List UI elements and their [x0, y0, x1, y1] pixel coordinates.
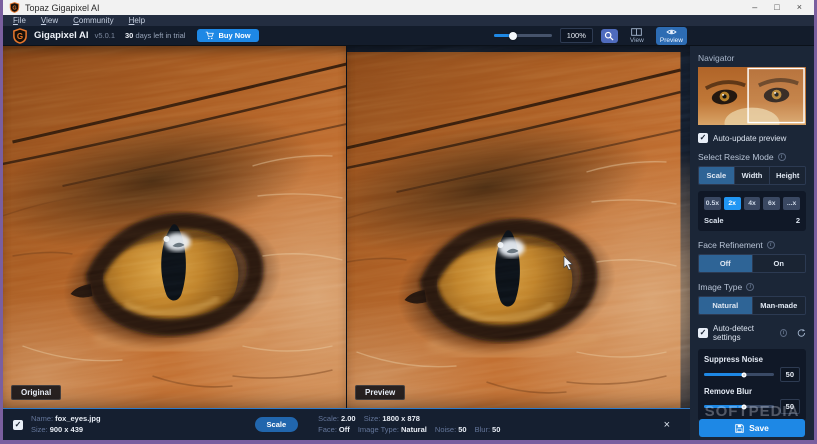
suppress-noise-slider[interactable]: [704, 372, 774, 377]
navigator-thumbnail[interactable]: [698, 67, 806, 125]
preset-0-5x-button[interactable]: 0.5x: [704, 197, 721, 210]
output-size: 1800 x 878: [382, 414, 420, 423]
menu-item-view[interactable]: View: [41, 16, 58, 25]
app-logo-icon: [13, 27, 27, 44]
file-name: fox_eyes.jpg: [55, 414, 101, 423]
trial-status: 30 days left in trial: [125, 31, 186, 40]
info-icon[interactable]: i: [777, 153, 786, 161]
close-file-icon[interactable]: ×: [664, 419, 670, 431]
output-noise: 50: [458, 424, 467, 434]
original-image-pane[interactable]: Original: [3, 46, 346, 408]
file-size: 900 x 439: [49, 424, 84, 434]
mouse-cursor-icon: [563, 255, 574, 271]
menu-item-file[interactable]: File: [13, 16, 26, 25]
cart-icon: [206, 31, 215, 40]
minimize-button[interactable]: –: [752, 3, 757, 12]
auto-update-label: Auto-update preview: [713, 133, 787, 143]
softpedia-watermark: SOFTPEDIA: [704, 403, 800, 420]
close-button[interactable]: ×: [797, 3, 802, 12]
suppress-noise-value[interactable]: 50: [779, 367, 800, 382]
refresh-icon[interactable]: [797, 328, 806, 338]
resize-mode-title: Select Resize Mode i: [698, 152, 806, 162]
zoom-slider[interactable]: [493, 31, 552, 40]
original-badge: Original: [11, 385, 62, 400]
statusbar: ✓ Name: fox_eyes.jpg Size: 900 x 439 Scale…: [3, 408, 690, 440]
face-refinement-title: Face Refinement i: [698, 240, 806, 250]
preset-6x-button[interactable]: 6x: [763, 197, 781, 210]
navigator-image: [698, 67, 806, 125]
remove-blur-label: Remove Blur: [704, 387, 753, 396]
maximize-button[interactable]: □: [774, 3, 779, 12]
output-type: Natural: [400, 424, 427, 434]
split-view-icon: [631, 27, 643, 36]
desktop-frame: Topaz Gigapixel AI – □ × File View Commu…: [0, 0, 817, 444]
tab-width[interactable]: Width: [734, 167, 771, 184]
scale-panel: 0.5x 2x 4x 6x ...x Scale 2: [698, 191, 806, 231]
navigator-view-rect[interactable]: [747, 67, 805, 124]
output-scale: 2.00: [341, 414, 356, 423]
preview-badge: Preview: [355, 385, 406, 400]
app-name: Gigapixel AI: [34, 30, 89, 41]
resize-mode-tabs: Scale Width Height: [698, 166, 806, 185]
navigator-title: Navigator: [698, 53, 735, 63]
scale-label: Scale: [704, 216, 724, 225]
window-title: Topaz Gigapixel AI: [25, 2, 100, 13]
save-button[interactable]: Save: [699, 419, 805, 437]
toolbar: Gigapixel AI v5.0.1 30 days left in tria…: [3, 26, 814, 46]
settings-sidebar: Navigator ✓ Auto-update preview Select R…: [690, 46, 814, 440]
preset-custom-button[interactable]: ...x: [783, 197, 800, 210]
menu-item-help[interactable]: Help: [129, 16, 145, 25]
menubar: File View Community Help: [3, 15, 814, 26]
type-natural-option[interactable]: Natural: [699, 297, 752, 314]
face-on-option[interactable]: On: [751, 255, 805, 272]
image-type-toggle: Natural Man-made: [698, 296, 806, 315]
output-blur: 50: [492, 424, 501, 434]
zoom-slider-thumb[interactable]: [508, 31, 517, 40]
tab-height[interactable]: Height: [770, 167, 805, 184]
preset-4x-button[interactable]: 4x: [743, 197, 761, 210]
app-window: Topaz Gigapixel AI – □ × File View Commu…: [3, 0, 814, 440]
preview-image-pane[interactable]: Preview: [346, 46, 690, 408]
image-type-title: Image Type i: [698, 282, 806, 292]
menu-item-community[interactable]: Community: [73, 16, 113, 25]
preview-mode-button[interactable]: Preview: [655, 26, 687, 45]
scale-value[interactable]: 2: [796, 216, 800, 225]
suppress-noise-thumb[interactable]: [741, 372, 747, 377]
output-face: Off: [338, 424, 350, 434]
titlebar: Topaz Gigapixel AI – □ ×: [3, 0, 814, 15]
type-manmade-option[interactable]: Man-made: [751, 297, 805, 314]
preview-fox-image: [347, 46, 690, 408]
face-refinement-toggle: Off On: [698, 254, 806, 273]
zoom-fit-button[interactable]: [600, 28, 618, 43]
preset-2x-button[interactable]: 2x: [723, 197, 741, 210]
input-file-info: Name: fox_eyes.jpg Size: 900 x 439: [31, 414, 101, 434]
auto-detect-checkbox[interactable]: ✓: [698, 328, 708, 338]
floppy-save-icon: [735, 423, 744, 433]
file-checkbox[interactable]: ✓: [13, 419, 23, 430]
buy-now-button[interactable]: Buy Now: [197, 29, 259, 42]
auto-update-checkbox[interactable]: ✓: [698, 133, 708, 143]
app-logo-icon: [9, 2, 20, 13]
magnifier-icon: [605, 31, 614, 41]
scale-mode-pill-button[interactable]: Scale: [254, 417, 299, 432]
auto-detect-row[interactable]: ✓ Auto-detect settings i: [698, 324, 806, 342]
view-mode-button[interactable]: View: [626, 27, 648, 45]
output-settings-info: Scale: 2.00 Size: 1800 x 878 Face: Off Imag…: [318, 414, 501, 434]
auto-update-row[interactable]: ✓ Auto-update preview: [698, 133, 806, 143]
info-icon[interactable]: i: [766, 241, 775, 249]
info-icon[interactable]: i: [779, 329, 788, 337]
face-off-option[interactable]: Off: [699, 255, 752, 272]
info-icon[interactable]: i: [746, 283, 755, 291]
zoom-level[interactable]: 100%: [559, 28, 593, 43]
original-fox-image: [3, 46, 346, 408]
auto-detect-label: Auto-detect settings: [713, 324, 754, 342]
save-area: SOFTPEDIA Save: [690, 400, 814, 440]
eye-icon: [666, 29, 677, 34]
tab-scale[interactable]: Scale: [699, 167, 735, 184]
suppress-noise-label: Suppress Noise: [704, 355, 763, 364]
app-version: v5.0.1: [94, 31, 115, 40]
